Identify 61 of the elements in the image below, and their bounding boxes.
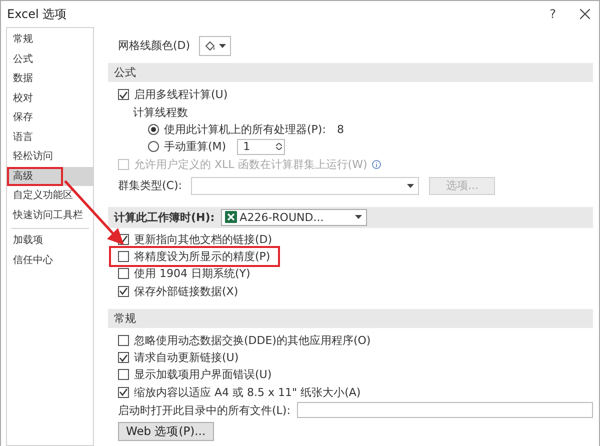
option-label: 更新指向其他文档的链接(D) (134, 232, 272, 246)
option-label: 请求自动更新链接(U) (134, 351, 239, 364)
paint-bucket-icon (204, 40, 216, 52)
option-value: 8 (336, 123, 344, 136)
sidebar-item[interactable]: 信任中心 (7, 250, 93, 270)
sidebar-item[interactable]: 公式 (7, 50, 93, 69)
section-label: 计算此工作簿时(H): (114, 210, 215, 225)
caret-icon (406, 184, 414, 188)
option-label: 启用多线程计算(U) (134, 88, 228, 102)
option-label: 使用 1904 日期系统(Y) (134, 267, 250, 280)
workbook-dropdown[interactable]: A226-ROUND... (220, 208, 367, 226)
sidebar-item[interactable]: 高级 (7, 166, 93, 186)
sidebar-item[interactable]: 数据 (7, 69, 93, 88)
sidebar-item[interactable]: 校对 (7, 88, 93, 108)
help-button[interactable]: ? (550, 7, 556, 21)
checkbox[interactable] (118, 286, 129, 297)
sidebar-item[interactable]: 语言 (7, 128, 93, 147)
option-label: 缩放内容以适应 A4 或 8.5 x 11" 纸张大小(A) (134, 386, 361, 399)
option-label: 将精度设为所显示的精度(P) (134, 250, 270, 264)
option-label: 计算线程数 (133, 106, 188, 119)
down-caret-icon (276, 147, 282, 150)
option-label: 使用此计算机上的所有处理器(P): (164, 123, 326, 136)
checkbox[interactable] (118, 369, 129, 380)
checkbox[interactable] (118, 268, 129, 280)
option-label: 忽略使用动态数据交换(DDE)的其他应用程序(O) (134, 334, 371, 347)
spin-field[interactable]: 1 (237, 138, 286, 155)
check-icon (119, 354, 128, 362)
sidebar-item[interactable]: 保存 (7, 108, 93, 128)
section-header: 公式 (108, 63, 594, 82)
checkbox[interactable] (118, 251, 129, 262)
color-picker-button[interactable] (199, 36, 232, 56)
checkbox[interactable] (118, 386, 129, 398)
caret-icon (219, 44, 226, 48)
option-label: 手动重算(M) (164, 140, 226, 154)
option-label: 启动时打开此目录中的所有文件(L): (118, 404, 290, 417)
checkbox[interactable] (118, 352, 129, 364)
section-header: 常规 (108, 308, 594, 328)
web-options-button[interactable]: Web 选项(P)... (118, 422, 214, 441)
checkbox[interactable] (118, 334, 129, 346)
window-title: Excel 选项 (7, 6, 67, 22)
option-label: 网格线颜色(D) (118, 39, 190, 52)
caret-icon (354, 215, 362, 220)
option-label: 允许用户定义的 XLL 函数在计算群集上运行(W) (134, 158, 368, 171)
check-icon (119, 287, 128, 296)
option-label: 群集类型(C): (118, 179, 182, 192)
spreadsheet-icon (224, 211, 237, 224)
check-icon (119, 388, 128, 396)
radio-button[interactable] (148, 124, 159, 136)
check-icon (119, 90, 128, 99)
close-icon[interactable] (580, 9, 590, 19)
sidebar-item[interactable]: 常规 (7, 30, 93, 50)
sidebar-item[interactable]: 轻松访问 (7, 147, 93, 166)
folder-path-field[interactable] (297, 402, 594, 418)
option-label: 保存外部链接数据(X) (134, 284, 238, 298)
sidebar-item[interactable]: 自定义功能区 (7, 186, 93, 206)
sidebar-item[interactable]: 加载项 (7, 231, 93, 250)
up-caret-icon (276, 143, 282, 146)
checkbox[interactable] (118, 89, 129, 100)
option-label: 显示加载项用户界面错误(U) (134, 368, 272, 382)
sidebar-item[interactable]: 快速访问工具栏 (7, 206, 93, 225)
radio-button[interactable] (148, 141, 159, 152)
